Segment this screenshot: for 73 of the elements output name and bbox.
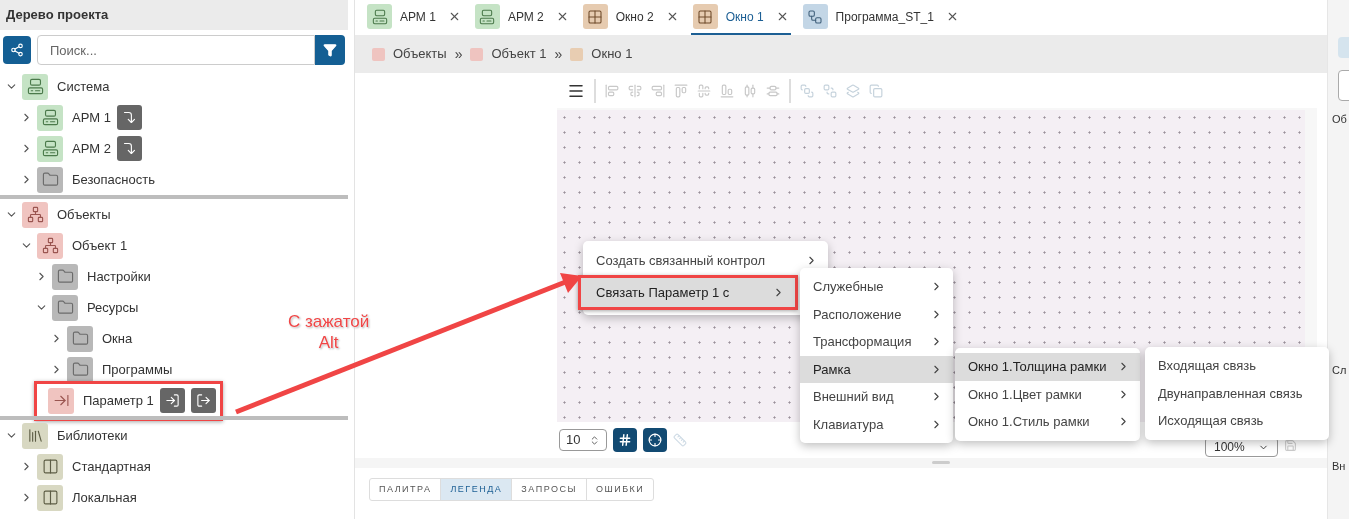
tree-item-label[interactable]: Программы <box>102 359 173 380</box>
columns-icon <box>37 453 63 480</box>
grid-step-field[interactable]: 10 <box>559 429 607 451</box>
menu-item[interactable]: Клавиатура <box>800 410 953 438</box>
menu-item[interactable]: Окно 1.Цвет рамки <box>955 380 1140 408</box>
bottom-tab[interactable]: ПАЛИТРА <box>370 479 441 500</box>
spinner-icon[interactable] <box>589 434 600 446</box>
tree-item-label[interactable]: Параметр 1 <box>83 390 154 411</box>
filter-button[interactable] <box>315 35 345 65</box>
grid-toggle-button[interactable] <box>613 428 637 452</box>
menu-item[interactable]: Служебные <box>800 273 953 301</box>
annotation-text: С зажатой <box>288 311 370 332</box>
bottom-tab[interactable]: ЗАПРОСЫ <box>511 479 586 500</box>
tree-item-label[interactable]: Стандартная <box>72 456 151 477</box>
search-field[interactable]: Поиск... <box>37 35 315 65</box>
network-icon <box>37 232 63 259</box>
tree-item-label[interactable]: Окна <box>102 328 133 349</box>
bottom-tab[interactable]: ЛЕГЕНДА <box>440 479 512 500</box>
folder-icon <box>52 294 78 321</box>
tree-view-button[interactable] <box>3 36 31 64</box>
editor-tab[interactable]: Программа_ST_1 <box>800 0 961 35</box>
breadcrumb-item[interactable]: Объект 1 <box>491 44 547 64</box>
grid-icon <box>618 433 632 447</box>
menu-item[interactable]: Расположение <box>800 300 953 328</box>
menu-item[interactable]: Входящая связь <box>1145 352 1329 380</box>
tree-item-label[interactable]: Локальная <box>72 487 137 508</box>
tree-item-label[interactable]: Настройки <box>87 266 151 287</box>
menu-item[interactable]: Связать Параметр 1 с <box>578 275 798 310</box>
breadcrumb-separator: » <box>554 44 563 64</box>
panel-label: Об <box>1332 112 1348 127</box>
menu-item[interactable]: Внешний вид <box>800 383 953 411</box>
grid-icon <box>582 4 608 29</box>
folder-icon <box>67 356 93 383</box>
menu-item[interactable]: Окно 1.Стиль рамки <box>955 408 1140 436</box>
snap-toggle-button[interactable] <box>643 428 667 452</box>
breadcrumb-item[interactable]: Объекты <box>393 44 447 64</box>
editor-tab[interactable]: Окно 2 <box>580 0 681 35</box>
panel-label: Вн <box>1332 459 1347 474</box>
grid-icon <box>692 4 718 29</box>
panel-header: Дерево проекта <box>0 0 348 30</box>
columns-icon <box>37 484 63 511</box>
folder-icon <box>52 263 78 290</box>
tree-item-label[interactable]: АРМ 2 <box>72 138 111 159</box>
panel-label: Сл <box>1332 362 1348 378</box>
library-icon <box>22 422 48 449</box>
editor-tab[interactable]: АРМ 2 <box>472 0 571 35</box>
filter-icon <box>323 43 337 57</box>
menu-item[interactable]: Рамка <box>800 355 953 383</box>
tree-item-label[interactable]: АРМ 1 <box>72 107 111 128</box>
login-icon[interactable] <box>159 388 185 413</box>
workflow-icon <box>802 4 828 29</box>
logout-icon[interactable] <box>190 388 216 413</box>
editor-tab[interactable]: АРМ 1 <box>365 0 463 35</box>
tree-item-label[interactable]: Объекты <box>57 204 111 225</box>
crosshair-icon <box>648 433 662 447</box>
annotation-text: Alt <box>318 332 339 353</box>
menu-item[interactable]: Создать связанный контрол <box>583 246 828 275</box>
menu-item[interactable]: Исходящая связь <box>1145 407 1329 435</box>
tree-item-label[interactable]: Ресурсы <box>87 297 139 318</box>
bottom-tab[interactable]: ОШИБКИ <box>585 479 654 500</box>
breadcrumb-item[interactable]: Окно 1 <box>591 44 633 64</box>
tree-item-label[interactable]: Система <box>57 76 110 97</box>
folder-icon <box>37 166 63 193</box>
breadcrumb-separator: » <box>454 44 463 64</box>
menu-item[interactable]: Трансформация <box>800 328 953 356</box>
network-icon <box>22 201 48 228</box>
menu-item[interactable]: Двунаправленная связь <box>1145 379 1329 407</box>
folder-icon <box>67 325 93 352</box>
share-icon <box>10 43 24 57</box>
tree-item-label[interactable]: Библиотеки <box>57 425 128 446</box>
tree-item-label[interactable]: Объект 1 <box>72 235 128 256</box>
tree-item-label[interactable]: Безопасность <box>72 169 155 190</box>
menu-item[interactable]: Окно 1.Толщина рамки <box>955 353 1140 381</box>
